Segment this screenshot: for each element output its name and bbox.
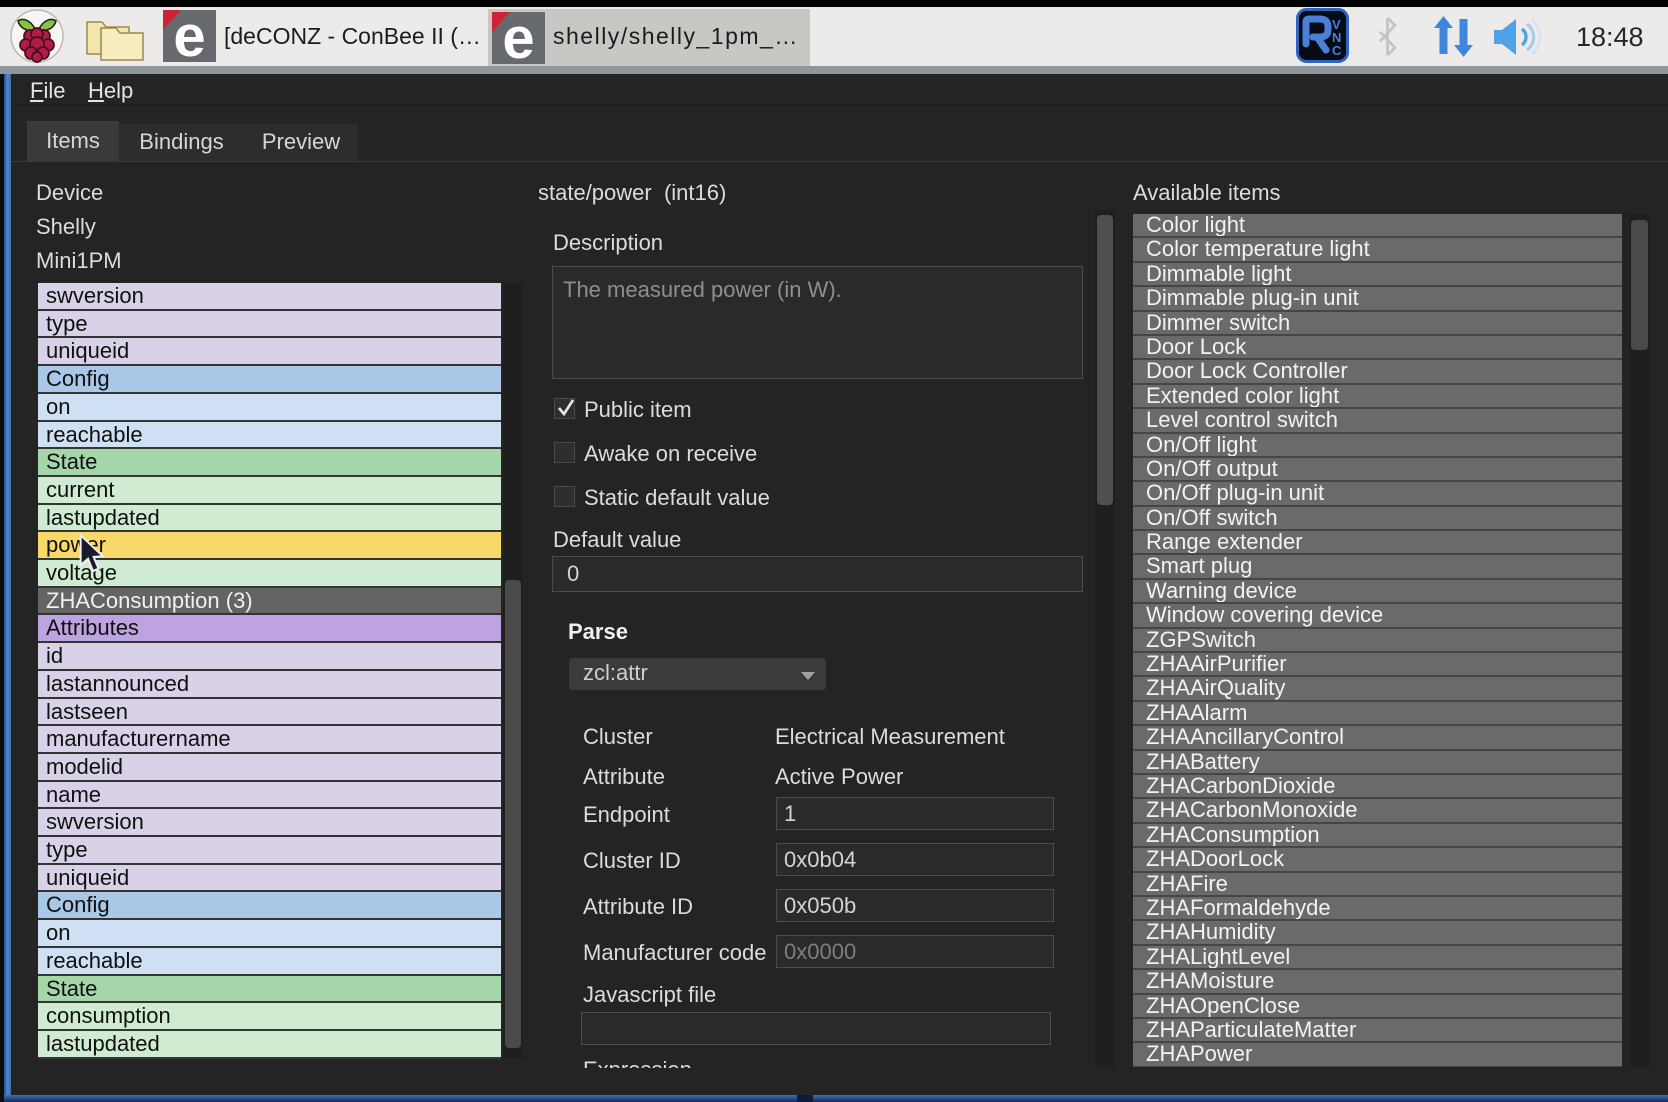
- svg-text:C: C: [1332, 43, 1342, 58]
